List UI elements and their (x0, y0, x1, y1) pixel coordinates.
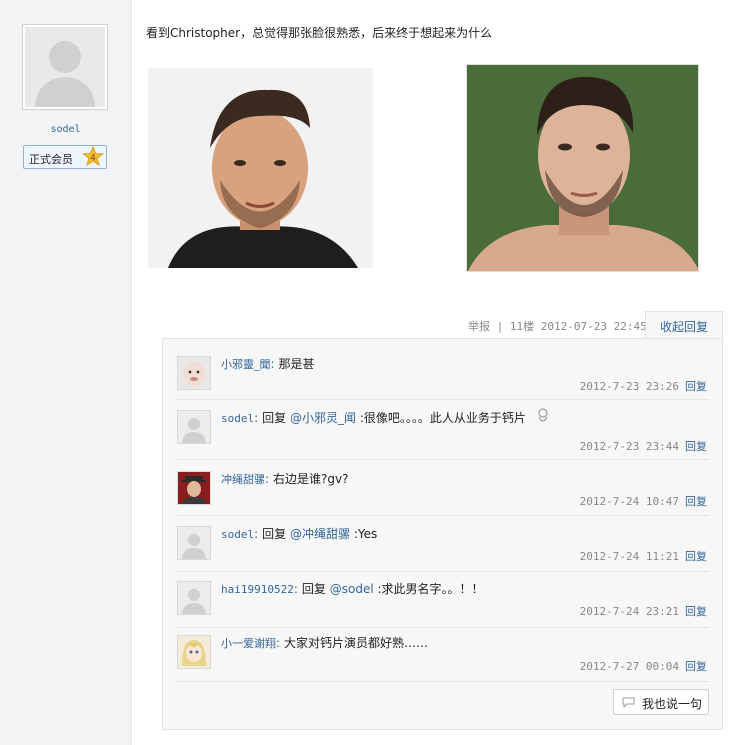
post-image-right[interactable] (466, 64, 699, 272)
reply-avatar[interactable] (177, 581, 211, 615)
reply-box: 小邪靈_聞: 那是甚 2012-7-23 23:26 回复 sodel: 回复 @小邪… (162, 338, 723, 730)
reply-button[interactable]: 回复 (685, 550, 707, 563)
member-badge[interactable]: 正式会员 4 (23, 145, 107, 169)
username[interactable]: sodel (0, 124, 131, 135)
reply-time: 2012-7-23 23:26 (579, 380, 679, 393)
reply-author[interactable]: sodel (221, 412, 254, 425)
reply-time: 2012-7-23 23:44 (579, 440, 679, 453)
level-number: 4 (90, 154, 96, 164)
floor-info: | 11楼 2012-07-23 22:45 (496, 320, 647, 333)
reply-button[interactable]: 回复 (685, 660, 707, 673)
user-avatar[interactable] (22, 24, 108, 110)
collapse-replies-button[interactable]: 收起回复 (645, 311, 723, 339)
user-sidebar: sodel 正式会员 4 (0, 0, 132, 745)
emoticon-icon (538, 408, 548, 422)
reply-item: 冲绳甜骡: 右边是谁?gv? 2012-7-24 10:47 回复 (177, 461, 709, 516)
reply-button[interactable]: 回复 (685, 440, 707, 453)
reply-meta: 2012-7-23 23:26 回复 (580, 378, 707, 394)
man-portrait-image (148, 68, 373, 268)
default-avatar-icon (178, 411, 210, 443)
post-text: 看到Christopher，总觉得那张脸很熟悉，后来终于想起来为什么 (146, 26, 493, 40)
reply-meta: 2012-7-24 23:21 回复 (580, 603, 707, 619)
person-hat-avatar-icon (178, 472, 210, 504)
default-avatar-icon (35, 41, 95, 107)
reply-text: :求此男名字。。！！ (373, 582, 484, 596)
baby-avatar-icon (178, 357, 210, 389)
reply-avatar[interactable] (177, 356, 211, 390)
reply-avatar[interactable] (177, 471, 211, 505)
reply-content: 小邪靈_聞: 那是甚 (221, 357, 315, 371)
reply-meta: 2012-7-24 10:47 回复 (580, 493, 707, 509)
reply-author[interactable]: 小一爱谢翔 (221, 637, 276, 650)
default-avatar-icon (178, 527, 210, 559)
reply-avatar[interactable] (177, 635, 211, 669)
reply-text: :Yes (350, 527, 378, 541)
report-link[interactable]: 举报 (468, 320, 490, 333)
reply-button[interactable]: 回复 (685, 380, 707, 393)
reply-content: 冲绳甜骡: 右边是谁?gv? (221, 472, 349, 486)
reply-text: :很像吧。。。。此人从业务于钙片 (356, 411, 526, 425)
reply-content: sodel: 回复 @冲绳甜骡 :Yes (221, 527, 378, 541)
reply-time: 2012-7-27 00:04 (579, 660, 679, 673)
reply-author[interactable]: sodel (221, 528, 254, 541)
reply-text: 右边是谁?gv? (273, 472, 349, 486)
level-star-icon: 4 (82, 146, 104, 167)
reply-avatar[interactable] (177, 410, 211, 444)
man-portrait-image (467, 65, 698, 271)
reply-mention[interactable]: @小邪灵_闻 (290, 411, 356, 425)
reply-mention[interactable]: @冲绳甜骡 (290, 527, 350, 541)
reply-time: 2012-7-24 11:21 (579, 550, 679, 563)
reply-button[interactable]: 回复 (685, 495, 707, 508)
reply-avatar[interactable] (177, 526, 211, 560)
reply-item: sodel: 回复 @小邪灵_闻 :很像吧。。。。此人从业务于钙片 2012-7-… (177, 401, 709, 460)
reply-meta: 2012-7-24 11:21 回复 (580, 548, 707, 564)
reply-content: hai19910522: 回复 @sodel :求此男名字。。！！ (221, 582, 484, 596)
reply-item: hai19910522: 回复 @sodel :求此男名字。。！！ 2012-7-… (177, 573, 709, 628)
default-avatar-icon (178, 582, 210, 614)
post-image-left[interactable] (148, 68, 373, 268)
anime-girl-avatar-icon (178, 636, 210, 668)
post-meta: 举报 | 11楼 2012-07-23 22:45 (468, 318, 647, 334)
reply-content: sodel: 回复 @小邪灵_闻 :很像吧。。。。此人从业务于钙片 (221, 407, 552, 426)
add-comment-button[interactable]: 我也说一句 (613, 689, 709, 715)
speech-bubble-icon (622, 697, 635, 708)
reply-content: 小一爱谢翔: 大家对钙片演员都好熟…… (221, 636, 429, 650)
reply-meta: 2012-7-27 00:04 回复 (580, 658, 707, 674)
reply-item: sodel: 回复 @冲绳甜骡 :Yes 2012-7-24 11:21 回复 (177, 517, 709, 572)
add-comment-label: 我也说一句 (642, 697, 703, 711)
reply-meta: 2012-7-23 23:44 回复 (580, 438, 707, 454)
reply-item: 小邪靈_聞: 那是甚 2012-7-23 23:26 回复 (177, 349, 709, 400)
reply-author[interactable]: hai19910522 (221, 583, 294, 596)
reply-item: 小一爱谢翔: 大家对钙片演员都好熟…… 2012-7-27 00:04 回复 (177, 629, 709, 682)
member-badge-label: 正式会员 (29, 153, 73, 166)
reply-button[interactable]: 回复 (685, 605, 707, 618)
reply-author[interactable]: 小邪靈_聞 (221, 358, 271, 371)
reply-time: 2012-7-24 23:21 (579, 605, 679, 618)
reply-author[interactable]: 冲绳甜骡 (221, 473, 265, 486)
reply-text: 大家对钙片演员都好熟…… (284, 636, 429, 650)
reply-time: 2012-7-24 10:47 (579, 495, 679, 508)
reply-text: 那是甚 (278, 357, 315, 371)
reply-mention[interactable]: @sodel (330, 582, 374, 596)
